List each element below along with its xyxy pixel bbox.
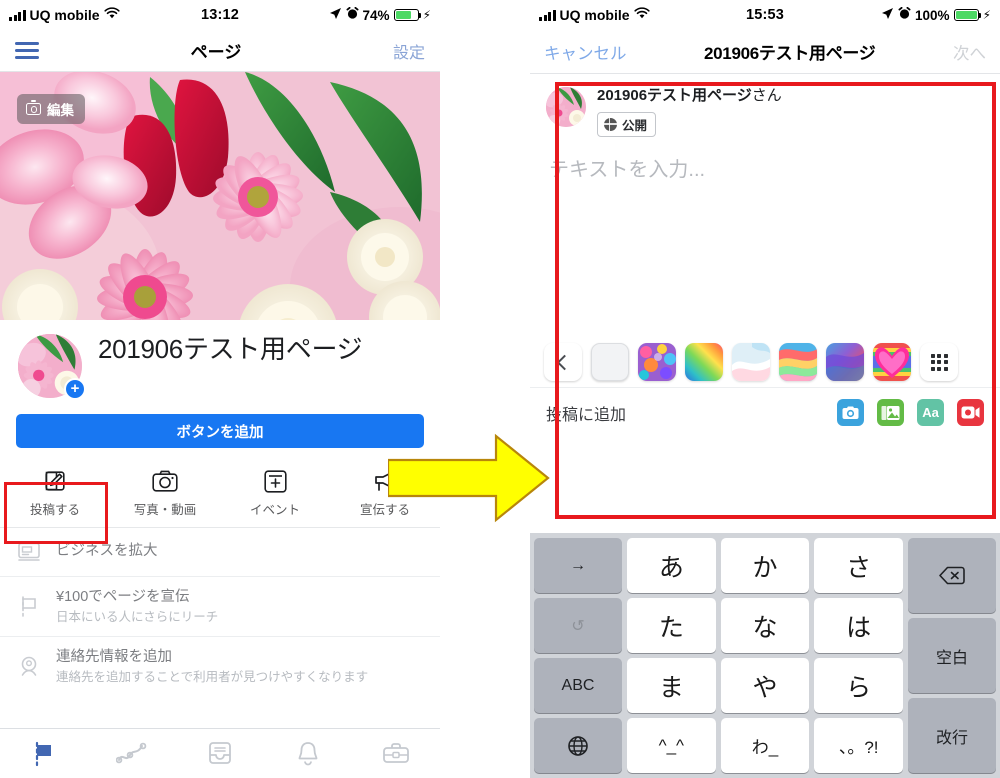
charging-bolt-icon: ⚡: [982, 8, 991, 22]
bottom-tab-bar: [0, 728, 440, 778]
japanese-kana-keyboard: → ↺ ABC あ か さ た な は ま や ら ^_^ わ_ 、。?! 空白…: [530, 533, 1000, 778]
key-punctuation[interactable]: 、。?!: [814, 718, 904, 773]
keyboard-row-4: ^_^ わ_ 、。?!: [627, 718, 904, 773]
key-globe[interactable]: [534, 718, 622, 773]
key-ma[interactable]: ま: [627, 658, 716, 713]
keyboard-grid: → ↺ ABC あ か さ た な は ま や ら ^_^ わ_ 、。?! 空白…: [534, 538, 996, 773]
alarm-clock-icon: [346, 6, 359, 24]
left-nav-bar: ページ 設定: [0, 30, 440, 72]
location-pin-person-icon: [16, 654, 42, 680]
flag-icon: [16, 594, 42, 620]
yellow-transition-arrow: [388, 433, 550, 523]
status-bar-right-group: 100% ⚡: [881, 6, 991, 24]
list-item[interactable]: ¥100でページを宣伝 日本にいる人にさらにリーチ: [0, 577, 440, 638]
cancel-button[interactable]: キャンセル: [544, 40, 627, 64]
left-phone-screen: UQ mobile 13:12 74% ⚡ ページ 設定 編集 + 201906…: [0, 0, 440, 778]
profile-header: + 201906テスト用ページ: [0, 320, 440, 400]
flag-icon: [35, 741, 51, 766]
highlight-box-post-button: [4, 482, 108, 544]
tab-more[interactable]: [352, 741, 440, 767]
inbox-icon: [209, 742, 231, 764]
charging-bolt-icon: ⚡: [422, 8, 431, 22]
composer-title: 201906テスト用ページ: [704, 44, 876, 63]
edit-cover-button[interactable]: 編集: [17, 94, 85, 124]
briefcase-icon: [383, 742, 409, 763]
key-ka[interactable]: か: [720, 538, 810, 593]
list-item[interactable]: 連絡先情報を追加 連絡先を追加することで利用者が見つけやすくなります: [0, 637, 440, 696]
list-item-subtitle: 日本にいる人にさらにリーチ: [56, 609, 219, 624]
tab-inbox[interactable]: [176, 740, 264, 767]
key-ha[interactable]: は: [814, 598, 904, 653]
globe-icon: [568, 735, 588, 756]
keyboard-center-columns: あ か さ た な は ま や ら ^_^ わ_ 、。?!: [627, 538, 904, 773]
suggestion-list: ビジネスを拡大 ¥100でページを宣伝 日本にいる人にさらにリーチ 連絡先情報を…: [0, 528, 440, 697]
key-wa[interactable]: わ_: [720, 718, 810, 773]
key-ya[interactable]: や: [720, 658, 810, 713]
location-arrow-icon: [881, 7, 894, 24]
key-space[interactable]: 空白: [908, 618, 996, 693]
bell-notification-icon: [298, 741, 318, 765]
location-arrow-icon: [329, 7, 342, 24]
settings-button[interactable]: 設定: [393, 39, 425, 63]
status-bar-left: UQ mobile 13:12 74% ⚡: [0, 0, 440, 30]
battery-icon: [393, 9, 422, 21]
keyboard-left-column: → ↺ ABC: [534, 538, 622, 773]
add-photo-badge[interactable]: +: [64, 378, 86, 400]
edit-cover-label: 編集: [47, 103, 74, 118]
action-event[interactable]: イベント: [220, 460, 330, 527]
next-button[interactable]: 次へ: [953, 40, 986, 64]
action-photo-video[interactable]: 写真・動画: [110, 460, 220, 527]
keyboard-row-2: た な は: [627, 598, 904, 653]
action-event-label: イベント: [249, 503, 300, 517]
key-enter[interactable]: 改行: [908, 698, 996, 773]
hamburger-menu-icon[interactable]: [15, 42, 39, 59]
right-nav-bar: キャンセル 201906テスト用ページ 次へ: [530, 30, 1000, 74]
key-backspace[interactable]: [908, 538, 996, 613]
tab-pages[interactable]: [0, 740, 88, 768]
key-ra[interactable]: ら: [814, 658, 904, 713]
camera-icon: [152, 468, 178, 494]
key-abc[interactable]: ABC: [534, 658, 622, 713]
status-bar-right-group: 74% ⚡: [329, 6, 431, 24]
backspace-icon: [939, 566, 965, 585]
keyboard-row-3: ま や ら: [627, 658, 904, 713]
list-item-text: ¥100でページを宣伝 日本にいる人にさらにリーチ: [56, 588, 218, 625]
battery-percent-label: 100%: [915, 7, 950, 23]
highlight-box-composer: [555, 82, 996, 519]
add-button-cta[interactable]: ボタンを追加: [16, 414, 424, 448]
action-photo-video-label: 写真・動画: [133, 503, 197, 517]
tab-notifications[interactable]: [264, 740, 352, 768]
key-na[interactable]: な: [720, 598, 810, 653]
insights-chart-icon: [116, 742, 147, 763]
cover-photo[interactable]: 編集: [0, 72, 440, 320]
key-undo[interactable]: ↺: [534, 598, 622, 653]
keyboard-row-1: あ か さ: [627, 538, 904, 593]
list-item-subtitle: 連絡先を追加することで利用者が見つけやすくなります: [56, 670, 369, 684]
list-item-text: 連絡先情報を追加 連絡先を追加することで利用者が見つけやすくなります: [56, 648, 368, 685]
page-title: ページ: [190, 43, 242, 62]
screenshot-stage: UQ mobile 13:12 74% ⚡ ページ 設定 編集 + 201906…: [0, 0, 1000, 778]
tab-insights[interactable]: [88, 741, 176, 767]
list-item-text: ビジネスを拡大: [56, 542, 158, 562]
key-emoticon[interactable]: ^_^: [627, 718, 716, 773]
key-ta[interactable]: た: [627, 598, 716, 653]
keyboard-right-column: 空白 改行: [908, 538, 996, 773]
page-name: 201906テスト用ページ: [98, 334, 363, 364]
alarm-clock-icon: [898, 6, 911, 24]
key-arrow-right[interactable]: →: [534, 538, 622, 593]
list-item-title: 連絡先情報を追加: [56, 649, 172, 666]
key-sa[interactable]: さ: [814, 538, 904, 593]
camera-icon: [26, 100, 41, 115]
event-plus-icon: [263, 468, 287, 494]
list-item-title: ビジネスを拡大: [56, 543, 158, 560]
status-bar-right: UQ mobile 15:53 100% ⚡: [530, 0, 1000, 30]
battery-icon: [953, 9, 982, 21]
battery-percent-label: 74%: [362, 7, 390, 23]
key-a[interactable]: あ: [627, 538, 716, 593]
avatar-wrapper[interactable]: +: [16, 332, 86, 400]
list-item-title: ¥100でページを宣伝: [56, 589, 190, 605]
